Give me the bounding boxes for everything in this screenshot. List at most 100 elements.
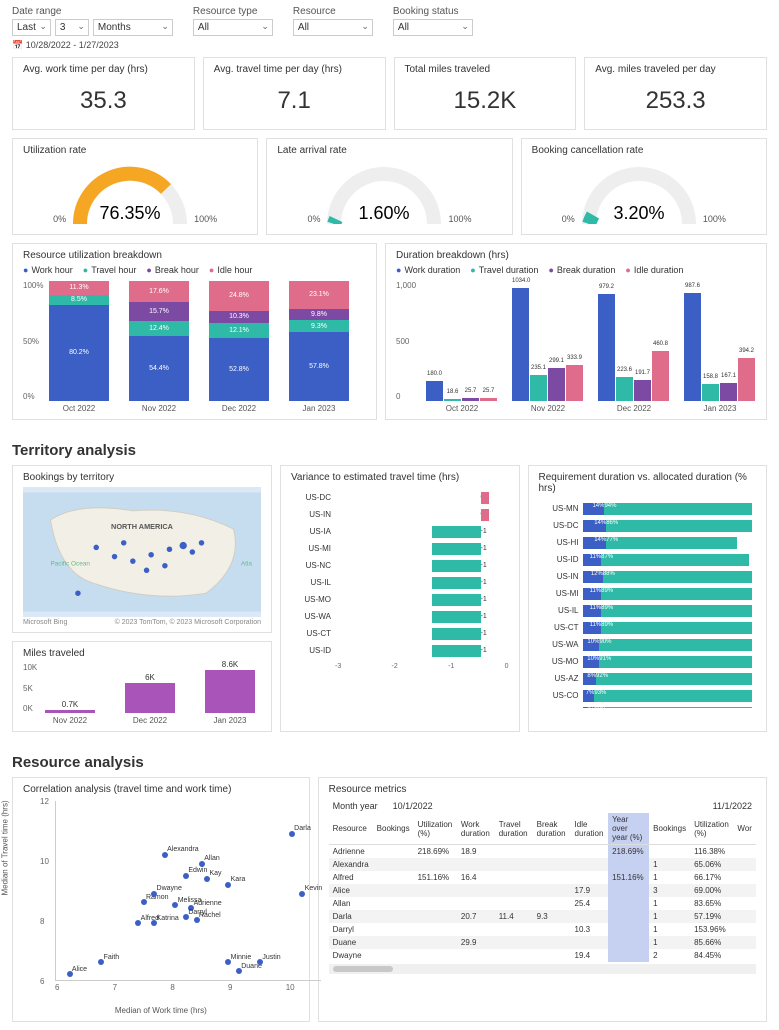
hbar-value: -1 <box>481 630 505 637</box>
hbar-label: US-CO <box>543 691 583 700</box>
grouped-bar: 25.7 <box>480 398 497 401</box>
date-range-unit-select[interactable]: Months <box>93 19 173 36</box>
resource-select[interactable]: All <box>293 19 373 36</box>
map-bookings[interactable]: Bookings by territory NORTH AMERICA Paci… <box>12 465 272 633</box>
miles-bar: 8.6K <box>205 670 255 713</box>
date-range-qty-select[interactable]: 3 <box>55 19 89 36</box>
scatter-label: Alice <box>72 966 87 973</box>
grouped-bar: 25.7 <box>462 398 479 401</box>
x-label: Oct 2022 <box>49 404 109 413</box>
svg-text:Atla: Atla <box>241 561 252 568</box>
bar-segment: 12.4% <box>129 321 189 336</box>
scatter-label: Alexandra <box>167 846 199 853</box>
hbar-label: US-NC <box>295 561 335 570</box>
scatter-label: Katrina <box>157 915 179 922</box>
col-header[interactable]: Idle duration <box>571 813 609 845</box>
gauge-min: 0% <box>53 214 66 224</box>
hbar-label: US-IL <box>543 606 583 615</box>
col-header[interactable]: Year over year (%) <box>608 813 649 845</box>
scatter-label: Kevin <box>305 885 323 892</box>
table-row[interactable]: Allan25.4183.65% <box>329 897 756 910</box>
hbar-label: US-CT <box>295 629 335 638</box>
grouped-bar: 180.0 <box>426 381 443 401</box>
hbar-row: US-ID -1 <box>295 642 505 659</box>
hbar-value: -1 <box>481 596 505 603</box>
legend-item: Idle duration <box>625 265 683 275</box>
col-header[interactable]: Bookings <box>373 813 414 845</box>
grouped-bar: 333.9 <box>566 365 583 401</box>
gauge-cancellation[interactable]: Booking cancellation rate 0% 3.20% 100% <box>521 138 767 235</box>
gauge-late-arrival[interactable]: Late arrival rate 0% 1.60% 100% <box>266 138 512 235</box>
filter-resource-type: Resource type All <box>193 6 273 36</box>
chart-util-breakdown[interactable]: Resource utilization breakdown Work hour… <box>12 243 377 420</box>
table-row[interactable]: Darla20.711.49.3157.19% <box>329 910 756 923</box>
filter-label: Resource <box>293 6 373 17</box>
chart-duration-breakdown[interactable]: Duration breakdown (hrs) Work duration T… <box>385 243 767 420</box>
table-row[interactable]: Duane29.9185.66% <box>329 936 756 949</box>
booking-status-select[interactable]: All <box>393 19 473 36</box>
grouped-bar: 460.8 <box>652 351 669 401</box>
kpi-avg-work[interactable]: Avg. work time per day (hrs) 35.3 <box>12 57 195 130</box>
filter-resource: Resource All <box>293 6 373 36</box>
legend-item: Break hour <box>146 265 198 275</box>
hbar-label: US-AZ <box>543 674 583 683</box>
table-resource-metrics[interactable]: Resource metrics Month year 10/1/2022 11… <box>318 777 767 1022</box>
col-header[interactable]: Work duration <box>457 813 495 845</box>
date-range-mode-select[interactable]: Last <box>12 19 51 36</box>
kpi-total-miles[interactable]: Total miles traveled 15.2K <box>394 57 577 130</box>
table-row[interactable]: Alice17.9369.00% <box>329 884 756 897</box>
chart-correlation[interactable]: Correlation analysis (travel time and wo… <box>12 777 310 1022</box>
table-row[interactable]: Dwayne19.4284.45% <box>329 949 756 962</box>
resource-type-select[interactable]: All <box>193 19 273 36</box>
table-row[interactable]: Darryl10.31153.96% <box>329 923 756 936</box>
kpi-value: 35.3 <box>23 79 184 123</box>
col-header[interactable]: Bookings <box>649 813 690 845</box>
col-header[interactable]: Resource <box>329 813 373 845</box>
chart-miles-traveled[interactable]: Miles traveled 10K5K0K 0.7K6K8.6K Nov 20… <box>12 641 272 732</box>
x-label: Jan 2023 <box>205 716 255 725</box>
table-row[interactable]: Adrienne218.69%18.9218.69%116.38% <box>329 845 756 859</box>
hbar-label: US-MN <box>543 504 583 513</box>
scatter-label: Justin <box>262 954 280 961</box>
col-header[interactable]: Travel duration <box>495 813 533 845</box>
hbar-value: -1 <box>481 647 505 654</box>
month-header: 11/1/2022 <box>709 799 756 813</box>
x-label: Dec 2022 <box>598 404 670 413</box>
chart-variance[interactable]: Variance to estimated travel time (hrs) … <box>280 465 520 732</box>
kpi-avg-miles[interactable]: Avg. miles traveled per day 253.3 <box>584 57 767 130</box>
hbar-row: US-AZ 8% 92% <box>543 670 753 687</box>
horizontal-scrollbar[interactable] <box>329 964 756 974</box>
table-row[interactable]: Alfred151.16%16.4151.16%166.17% <box>329 871 756 884</box>
gauge-utilization[interactable]: Utilization rate 0% 76.35% 100% <box>12 138 258 235</box>
gauge-arc-icon: 3.20% <box>579 164 699 224</box>
col-header[interactable]: Utilization (%) <box>414 813 457 845</box>
y-axis-label: Median of Travel time (hrs) <box>1 800 10 895</box>
hbar-value: -1 <box>481 545 505 552</box>
bar-segment: 9.8% <box>289 309 349 321</box>
hbar-label: US-DC <box>295 493 335 502</box>
table-row[interactable]: Alexandra165.06% <box>329 858 756 871</box>
hbar-label: US-MI <box>295 544 335 553</box>
col-header[interactable]: Utilization (%) <box>690 813 733 845</box>
col-header[interactable]: Wor <box>733 813 756 845</box>
kpi-avg-travel[interactable]: Avg. travel time per day (hrs) 7.1 <box>203 57 386 130</box>
col-header[interactable]: Break duration <box>533 813 571 845</box>
x-label: Nov 2022 <box>512 404 584 413</box>
hbar-row: US-MN 14% 94% <box>543 500 753 517</box>
bar-segment: 12.1% <box>209 323 269 338</box>
scatter-label: Minnie <box>231 954 252 961</box>
hbar-value: -1 <box>481 528 505 535</box>
chart-req-vs-alloc[interactable]: Requirement duration vs. allocated durat… <box>528 465 768 732</box>
hbar-row: US-MO 10% 91% <box>543 653 753 670</box>
bar-group: 979.2223.6191.7460.8 <box>598 294 670 401</box>
month-header: 10/1/2022 <box>389 799 709 813</box>
hbar-label: US-DC <box>543 521 583 530</box>
filter-booking-status: Booking status All <box>393 6 473 36</box>
map-icon[interactable]: NORTH AMERICA Pacific Ocean Atla <box>23 487 261 617</box>
filter-label: Booking status <box>393 6 473 17</box>
grouped-bar: 235.1 <box>530 375 547 401</box>
filter-label: Date range <box>12 6 173 17</box>
svg-text:Pacific Ocean: Pacific Ocean <box>50 561 90 568</box>
hbar-row: US-MI 11% 89% <box>543 585 753 602</box>
hbar-value: -1 <box>481 613 505 620</box>
